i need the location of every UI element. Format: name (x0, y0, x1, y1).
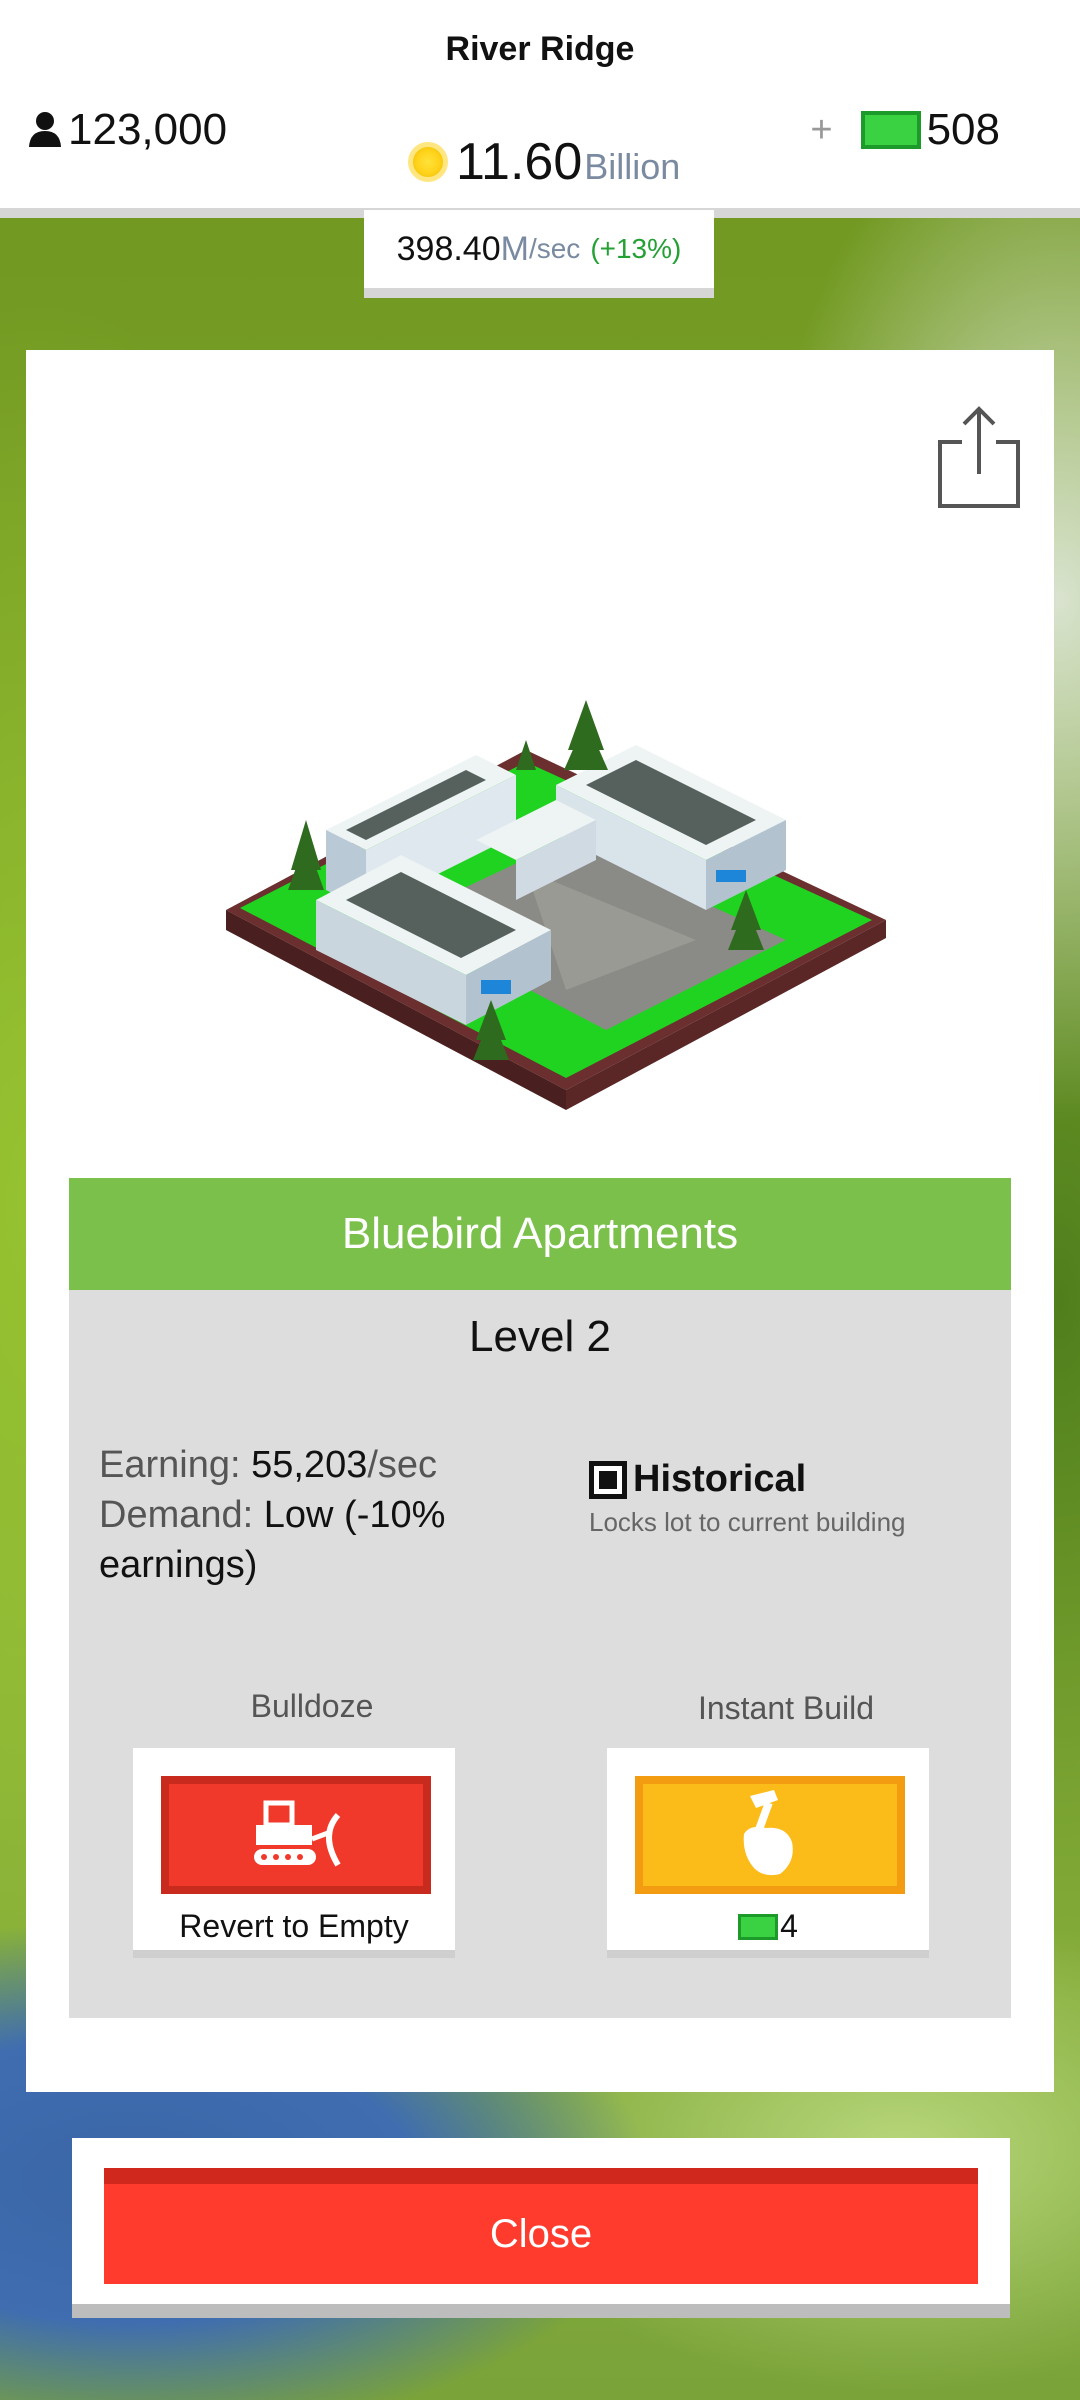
earning-unit: /sec (367, 1444, 438, 1486)
bulldoze-caption: Revert to Empty (179, 1908, 409, 1944)
bill-icon (860, 111, 921, 149)
person-icon (29, 112, 61, 147)
historical-toggle[interactable]: Historical Locks lot to current building (589, 1458, 989, 1538)
earning-value: 55,203 (251, 1444, 368, 1486)
building-info-panel: Bluebird Apartments Level 2 Earning: 55,… (26, 350, 1054, 2092)
population-value: 123,000 (68, 105, 228, 154)
historical-label: Historical (633, 1458, 807, 1500)
demand-label: Demand: (99, 1494, 254, 1536)
bulldoze-label: Bulldoze (250, 1688, 374, 1724)
earning-label: Earning: (99, 1444, 241, 1486)
building-name: Bluebird Apartments (69, 1178, 1011, 1290)
share-icon[interactable] (934, 402, 1024, 512)
building-details-card: Bluebird Apartments Level 2 Earning: 55,… (69, 1178, 1011, 2018)
income-rate-tab: 398.40 M /sec (+13%) (364, 210, 714, 298)
instant-build-cost-value: 4 (780, 1908, 798, 1944)
close-button[interactable]: Close (104, 2168, 978, 2284)
top-status-bar: River Ridge 123,000 11.60 Billion + 508 (0, 0, 1080, 218)
population-counter: 123,000 (28, 105, 227, 155)
rate-value: 398.40 (396, 229, 501, 268)
rate-change: (+13%) (590, 233, 682, 264)
bulldozer-icon (254, 1800, 341, 1867)
instant-build-panel: 4 (607, 1748, 929, 1958)
close-panel: Close (72, 2138, 1010, 2318)
rate-unit: M (500, 229, 529, 268)
cash-unit: Billion (584, 146, 681, 187)
bucks-value: 508 (926, 105, 1000, 154)
coin-icon (408, 142, 448, 182)
hammer-hand-icon (743, 1790, 793, 1876)
bucks-counter[interactable]: + 508 (810, 105, 1000, 155)
historical-checkbox[interactable] (589, 1460, 627, 1499)
bulldoze-button[interactable] (161, 1776, 431, 1894)
instant-build-cost: 4 (607, 1908, 929, 1945)
historical-description: Locks lot to current building (589, 1507, 906, 1537)
cash-value: 11.60 (456, 133, 583, 191)
building-level: Level 2 (469, 1312, 611, 1361)
bill-icon (738, 1913, 779, 1940)
rate-per: /sec (528, 233, 581, 264)
instant-build-button[interactable] (635, 1776, 905, 1894)
building-stats: Earning: 55,203/sec Demand: Low (-10% ea… (99, 1440, 499, 1590)
bulldoze-panel: Revert to Empty (133, 1748, 455, 1958)
instant-build-label: Instant Build (697, 1690, 875, 1726)
city-name: River Ridge (445, 30, 635, 68)
cash-counter: 11.60 Billion (408, 132, 680, 192)
add-bucks-button[interactable]: + (810, 109, 832, 152)
building-illustration (226, 700, 886, 1110)
